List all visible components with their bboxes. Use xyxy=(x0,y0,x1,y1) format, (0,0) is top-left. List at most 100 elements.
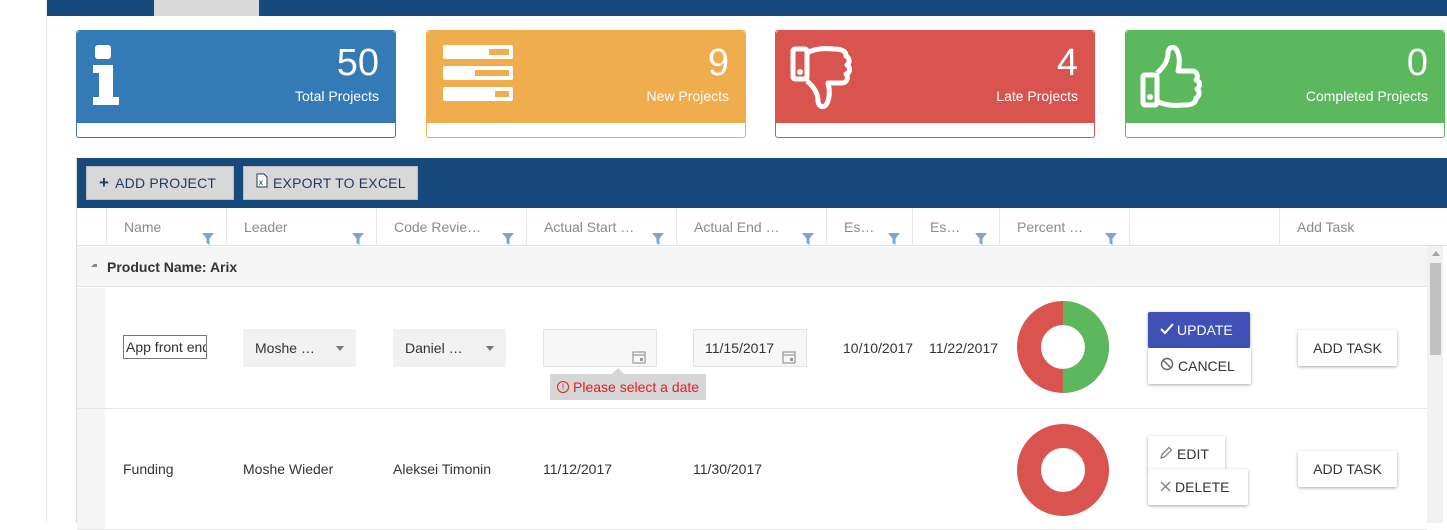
row-gutter xyxy=(77,409,105,529)
row-gutter xyxy=(77,288,105,408)
chevron-down-icon xyxy=(336,346,344,351)
actual-end-cell: 11/30/2017 xyxy=(693,461,763,477)
est-end-cell: 11/22/2017 xyxy=(929,340,999,356)
actual-start-cell: 11/12/2017 xyxy=(543,461,613,477)
add-task-label: ADD TASK xyxy=(1313,340,1382,356)
info-icon xyxy=(91,43,131,112)
total-projects-label: Total Projects xyxy=(294,88,379,104)
export-excel-button[interactable]: x EXPORT TO EXCEL xyxy=(243,166,418,200)
add-project-label: ADD PROJECT xyxy=(115,175,217,191)
new-projects-count: 9 xyxy=(707,42,729,84)
col-header-name[interactable]: Name xyxy=(106,208,226,246)
actual-end-value: 11/15/2017 xyxy=(705,340,775,356)
group-label: Product Name: Arix xyxy=(107,259,238,275)
cancel-button[interactable]: CANCEL xyxy=(1148,348,1251,384)
collapse-triangle-icon[interactable] xyxy=(91,264,97,267)
new-projects-label: New Projects xyxy=(646,88,729,104)
col-header-commands xyxy=(1129,208,1279,246)
date-validation-error: ! Please select a date xyxy=(550,368,706,400)
col-header-est-start[interactable]: Es… xyxy=(826,208,912,246)
leader-cell: Moshe Wieder xyxy=(243,461,334,477)
projects-grid: + ADD PROJECT x EXPORT TO EXCEL Name Lead… xyxy=(76,158,1447,530)
tooltip-pointer xyxy=(612,368,624,374)
actual-start-datepicker[interactable] xyxy=(543,329,657,367)
calendar-icon[interactable] xyxy=(632,341,646,366)
page-left-margin xyxy=(0,0,47,523)
check-icon xyxy=(1160,312,1174,348)
close-icon xyxy=(1160,469,1171,505)
code-reviewer-value: Daniel … xyxy=(405,340,463,356)
column-header-row: Name Leader Code Revie… Actual Start … A… xyxy=(77,208,1447,246)
stat-card-total: 50 Total Projects xyxy=(76,30,396,138)
calendar-icon[interactable] xyxy=(780,341,796,366)
completed-projects-count: 0 xyxy=(1406,42,1428,84)
edit-button[interactable]: EDIT xyxy=(1148,436,1225,472)
cancel-label: CANCEL xyxy=(1178,358,1235,374)
col-header-actual-end[interactable]: Actual End … xyxy=(676,208,826,246)
col-header-label: Es… xyxy=(930,219,961,235)
stat-card-new: 9 New Projects xyxy=(426,30,746,138)
add-task-label: ADD TASK xyxy=(1313,461,1382,477)
est-start-cell: 10/10/2017 xyxy=(843,340,914,356)
late-projects-label: Late Projects xyxy=(996,88,1078,104)
error-text: Please select a date xyxy=(573,379,700,395)
pencil-icon xyxy=(1160,436,1173,472)
name-input[interactable]: App front end xyxy=(123,335,207,359)
add-project-button[interactable]: + ADD PROJECT xyxy=(86,166,234,200)
svg-text:x: x xyxy=(259,178,264,187)
col-header-leader[interactable]: Leader xyxy=(226,208,376,246)
col-header-label: Actual End … xyxy=(694,219,780,235)
col-header-percent[interactable]: Percent … xyxy=(999,208,1129,246)
add-task-button[interactable]: ADD TASK xyxy=(1298,451,1397,487)
thumbs-up-icon xyxy=(1140,43,1204,118)
grid-toolbar: + ADD PROJECT x EXPORT TO EXCEL xyxy=(77,158,1447,208)
col-gutter xyxy=(77,208,106,246)
plus-icon: + xyxy=(99,173,110,192)
group-row: Product Name: Arix xyxy=(77,247,1427,287)
cancel-icon xyxy=(1160,348,1174,384)
col-header-label: Name xyxy=(124,219,162,235)
scrollbar-thumb[interactable] xyxy=(1430,263,1441,355)
col-header-label: Actual Start … xyxy=(544,219,635,235)
export-excel-label: EXPORT TO EXCEL xyxy=(273,175,406,191)
col-header-label: Add Task xyxy=(1297,219,1355,235)
total-projects-count: 50 xyxy=(336,42,379,84)
col-header-add-task: Add Task xyxy=(1279,208,1429,246)
col-header-code-reviewer[interactable]: Code Revie… xyxy=(376,208,526,246)
percent-donut-chart xyxy=(1016,423,1110,520)
actual-end-datepicker[interactable]: 11/15/2017 xyxy=(693,329,807,367)
col-header-label: Leader xyxy=(244,219,288,235)
stat-card-completed: 0 Completed Projects xyxy=(1125,30,1445,138)
stat-card-late: 4 Late Projects xyxy=(775,30,1095,138)
name-cell: Funding xyxy=(123,461,174,477)
update-label: UPDATE xyxy=(1177,322,1233,338)
donut-remaining xyxy=(1017,424,1109,516)
col-header-label: Es… xyxy=(844,219,875,235)
update-button[interactable]: UPDATE xyxy=(1148,312,1250,348)
edit-label: EDIT xyxy=(1177,446,1209,462)
late-projects-count: 4 xyxy=(1056,42,1078,84)
name-input-value: App front end xyxy=(126,339,207,355)
active-tab-indicator[interactable] xyxy=(154,0,259,16)
col-header-actual-start[interactable]: Actual Start … xyxy=(526,208,676,246)
code-reviewer-cell: Aleksei Timonin xyxy=(393,461,492,477)
col-header-label: Code Revie… xyxy=(394,219,482,235)
add-task-button[interactable]: ADD TASK xyxy=(1298,330,1397,366)
col-header-est-end[interactable]: Es… xyxy=(912,208,999,246)
error-icon: ! xyxy=(557,380,569,393)
code-reviewer-dropdown[interactable]: Daniel … xyxy=(393,329,506,367)
excel-icon: x xyxy=(256,167,268,199)
thumbs-down-icon xyxy=(790,43,854,118)
table-row: Funding Moshe Wieder Aleksei Timonin 11/… xyxy=(77,409,1427,530)
col-header-label: Percent … xyxy=(1017,219,1084,235)
leader-value: Moshe … xyxy=(255,340,315,356)
scroll-up-arrow-icon[interactable] xyxy=(1432,251,1440,256)
top-navigation-bar xyxy=(47,0,1447,16)
completed-projects-label: Completed Projects xyxy=(1305,88,1428,104)
list-icon xyxy=(441,43,515,112)
delete-button[interactable]: DELETE xyxy=(1148,469,1248,505)
leader-dropdown[interactable]: Moshe … xyxy=(243,329,356,367)
chevron-down-icon xyxy=(486,346,494,351)
percent-donut-chart xyxy=(1016,300,1110,397)
delete-label: DELETE xyxy=(1175,479,1230,495)
